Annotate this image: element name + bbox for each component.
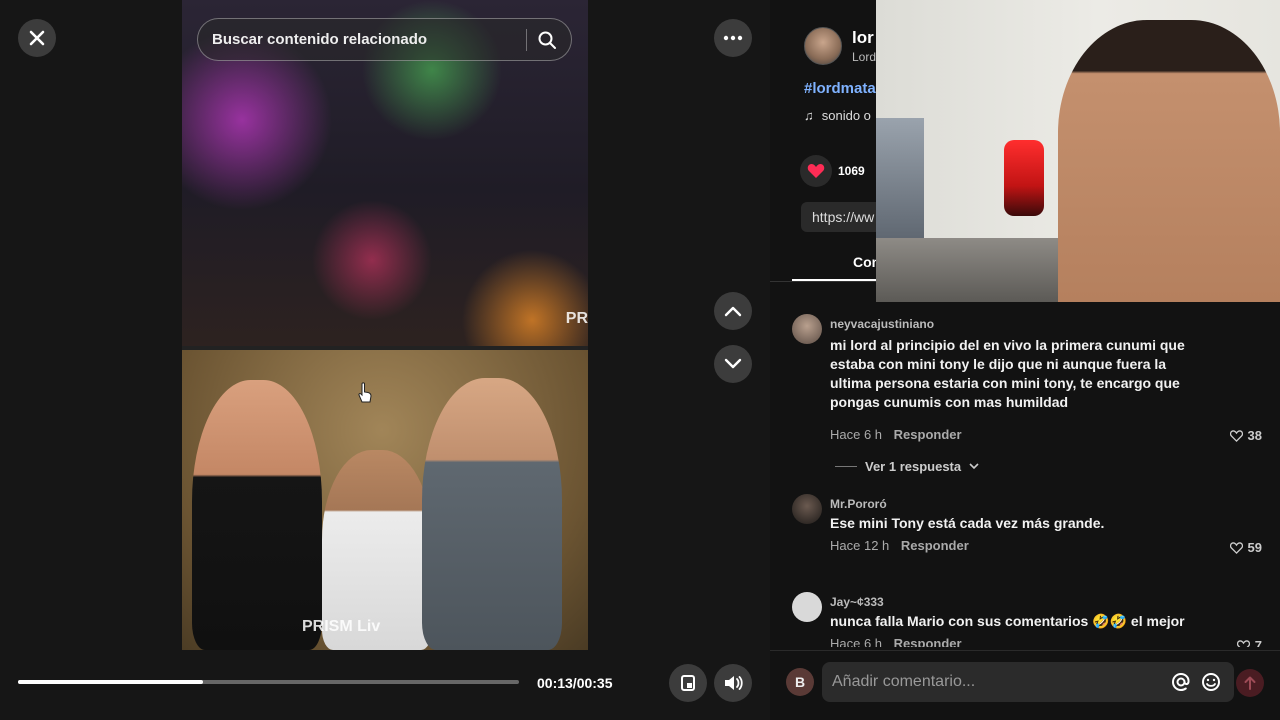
mention-button[interactable] [1168,669,1194,695]
heart-icon [807,164,825,178]
next-video-button[interactable] [714,345,752,383]
comment-text: nunca falla Mario con sus comentarios 🤣🤣… [830,613,1185,629]
emoji-icon [1202,673,1220,691]
comment-like-button[interactable]: 38 [1229,428,1262,443]
commenter-avatar[interactable] [792,592,822,622]
chevron-down-icon [969,463,979,470]
send-comment-button[interactable] [1236,669,1264,697]
comment-like-button[interactable]: 7 [1236,638,1262,647]
webcam-microphone [1004,140,1044,216]
comment-like-button[interactable]: 59 [1229,540,1262,555]
music-label: sonido o [821,108,871,123]
comments-list[interactable]: neyvacajustiniano mi lord al principio d… [770,302,1280,647]
previous-video-button[interactable] [714,292,752,330]
volume-button[interactable] [714,664,752,702]
more-dots-icon [723,35,743,41]
commenter-name[interactable]: neyvacajustiniano [830,317,934,331]
photo-person [422,378,562,650]
comment-meta: Hace 6 h Responder [830,636,962,647]
webcam-streamer [1058,20,1280,302]
view-replies-button[interactable]: Ver 1 respuesta [835,459,979,474]
like-count: 1069 [838,164,865,178]
comment-time: Hace 6 h [830,427,883,442]
author-name[interactable]: lor [852,28,874,48]
author-avatar[interactable] [804,27,842,65]
comment-meta: Hace 12 h Responder [830,538,969,553]
close-button[interactable] [18,19,56,57]
search-divider [526,28,527,51]
comment-input[interactable] [832,673,1164,691]
webcam-overlay [876,0,1280,302]
at-mention-icon [1171,672,1190,692]
like-control[interactable]: 1069 [800,155,865,187]
commenter-avatar[interactable] [792,314,822,344]
current-user-avatar[interactable]: B [786,668,814,696]
music-link[interactable]: ♫ sonido o [804,108,871,123]
comment-like-count: 7 [1254,638,1262,647]
photo-person [192,380,322,650]
hashtag-link[interactable]: #lordmata [804,80,876,97]
related-search-bar[interactable] [197,18,572,61]
commenter-avatar[interactable] [792,494,822,524]
video-scene-photo [182,350,588,650]
hand-cursor-icon [358,382,372,409]
related-search-input[interactable] [212,31,516,48]
comment-input-box[interactable] [822,662,1234,702]
like-button[interactable] [800,155,832,187]
heart-outline-icon [1229,429,1243,442]
arrow-up-icon [1244,676,1256,690]
comment-like-count: 59 [1247,540,1262,555]
search-icon[interactable] [537,30,557,50]
comment-time: Hace 6 h [830,636,883,647]
webcam-monitor [876,118,924,248]
video-progress-fill [18,680,204,684]
prism-watermark: PRISM Liv [302,618,381,635]
heart-outline-icon [1229,541,1243,554]
reply-button[interactable]: Responder [901,538,969,553]
replies-dash [835,466,857,467]
reply-button[interactable]: Responder [894,427,962,442]
floating-player-button[interactable] [669,664,707,702]
comment-text: Ese mini Tony está cada vez más grande. [830,515,1105,531]
comment-like-count: 38 [1247,428,1262,443]
video-frame[interactable]: PR [182,0,588,650]
floating-player-icon [681,675,695,691]
comment-time: Hace 12 h [830,538,890,553]
comment-meta: Hace 6 h Responder [830,427,962,442]
chevron-down-icon [724,358,742,369]
more-options-button[interactable] [714,19,752,57]
comment-composer: B [770,650,1280,720]
video-progress-bar[interactable] [18,680,519,684]
heart-outline-icon [1236,639,1250,647]
close-icon [29,30,45,46]
video-stage: PR PRISM Liv 00:13/00:35 [0,0,770,720]
prism-watermark: PR [565,310,588,327]
commenter-name[interactable]: Jay~¢333 [830,595,884,609]
chevron-up-icon [724,306,742,317]
author-username: Lord [852,50,877,64]
view-replies-label: Ver 1 respuesta [865,459,962,474]
commenter-name[interactable]: Mr.Pororó [830,497,887,511]
emoji-button[interactable] [1198,669,1224,695]
music-note-icon: ♫ [804,108,814,123]
reply-button[interactable]: Responder [894,636,962,647]
comment-text: mi lord al principio del en vivo la prim… [830,337,1185,410]
video-time: 00:13/00:35 [537,675,613,691]
volume-icon [725,676,743,690]
